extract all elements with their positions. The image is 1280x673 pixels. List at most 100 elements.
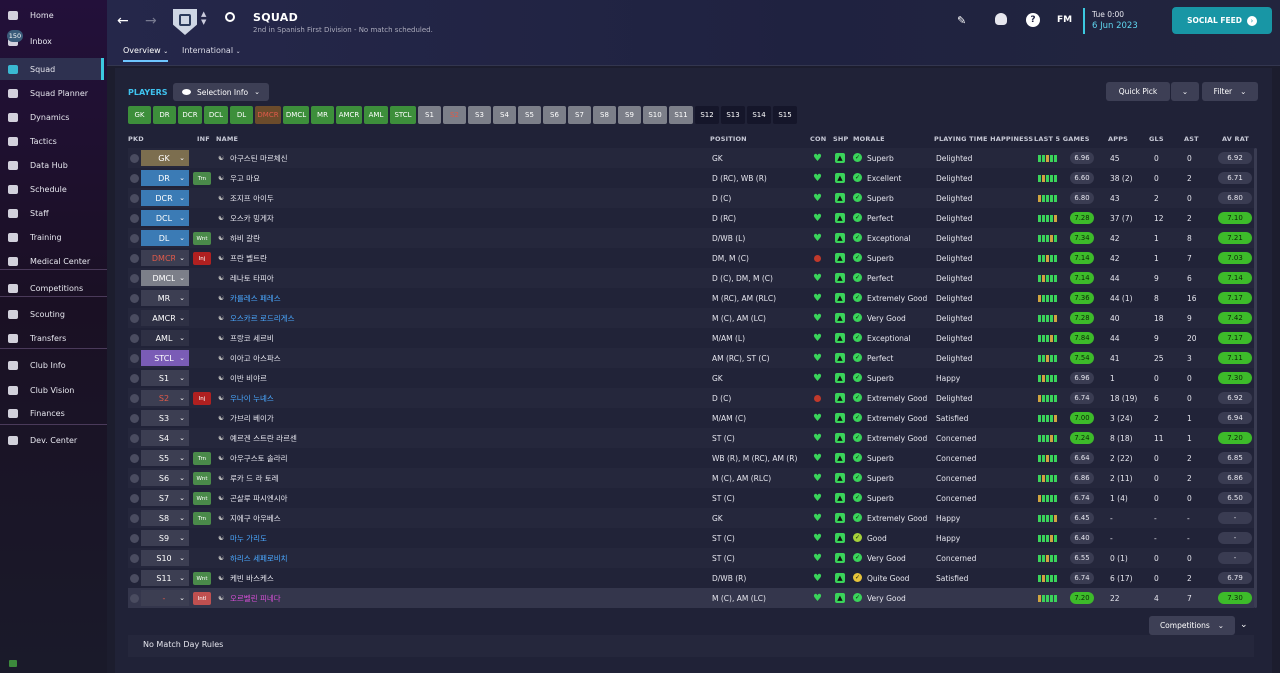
pen-icon[interactable]: ✎ xyxy=(957,14,966,27)
sidebar-item-scouting[interactable]: Scouting xyxy=(0,303,104,325)
table-row[interactable]: DL ⌄ Wnt ☯ 하비 갈란 D/WB (L) ♥ ▲ ✓ Exceptional Deligh… xyxy=(128,228,1254,248)
player-name[interactable]: 아구스틴 마르체신 xyxy=(230,148,288,168)
chevron-down-icon[interactable]: ⌄ xyxy=(175,230,189,246)
player-name[interactable]: 아우구스토 솔라리 xyxy=(230,448,288,468)
table-row[interactable]: - ⌄ Intl ☯ 오르벨린 피네다 M (C), AM (LC) ♥ ▲ ✓ Very Goo… xyxy=(128,588,1254,608)
pick-radio[interactable] xyxy=(130,534,139,543)
pick-radio[interactable] xyxy=(130,314,139,323)
col-con[interactable]: CON xyxy=(810,135,826,143)
sidebar-item-squad-planner[interactable]: Squad Planner xyxy=(0,82,104,104)
formation-slot-s12[interactable]: S12 xyxy=(695,106,719,124)
chevron-down-icon[interactable]: ⌄ xyxy=(175,470,189,486)
sidebar-item-schedule[interactable]: Schedule xyxy=(0,178,104,200)
competitions-dropdown[interactable]: Competitions ⌄ xyxy=(1149,616,1235,635)
player-name[interactable]: 레나토 타피아 xyxy=(230,268,274,288)
social-feed-button[interactable]: SOCIAL FEED › xyxy=(1172,7,1272,34)
col-last5[interactable]: LAST 5 GAMES xyxy=(1034,135,1090,143)
table-row[interactable]: S6 ⌄ Wnt ☯ 루카 드 라 토레 M (C), AM (RLC) ♥ ▲ ✓ Superb… xyxy=(128,468,1254,488)
club-switch-chevron-icon[interactable]: ▲ ▼ xyxy=(201,10,206,26)
formation-slot-stcl[interactable]: STCL xyxy=(390,106,416,124)
formation-slot-s2[interactable]: S2 xyxy=(443,106,466,124)
table-row[interactable]: S10 ⌄ ☯ 하리스 세페로비치 ST (C) ♥ ▲ ✓ Very Good Concerne… xyxy=(128,548,1254,568)
player-name[interactable]: 오스카 밍게자 xyxy=(230,208,274,228)
pick-radio[interactable] xyxy=(130,394,139,403)
sidebar-item-competitions[interactable]: Competitions xyxy=(0,277,104,299)
formation-slot-amcr[interactable]: AMCR xyxy=(336,106,362,124)
col-ast[interactable]: AST xyxy=(1184,135,1199,143)
player-name[interactable]: 프랑코 세르비 xyxy=(230,328,274,348)
formation-slot-dmcr[interactable]: DMCR xyxy=(255,106,281,124)
forward-arrow-icon[interactable]: → xyxy=(145,13,157,29)
collapse-chevron-icon[interactable]: ⌄ xyxy=(1240,620,1248,630)
player-name[interactable]: 하비 갈란 xyxy=(230,228,260,248)
scrollbar[interactable] xyxy=(1254,148,1257,608)
player-name[interactable]: 우나이 누녜스 xyxy=(230,388,274,408)
player-name[interactable]: 오스카르 로드리게스 xyxy=(230,308,294,328)
col-shp[interactable]: SHP xyxy=(833,135,849,143)
table-row[interactable]: S7 ⌄ Wnt ☯ 곤살루 파시엔시아 ST (C) ♥ ▲ ✓ Superb Concerned… xyxy=(128,488,1254,508)
formation-slot-s13[interactable]: S13 xyxy=(721,106,745,124)
chevron-down-icon[interactable]: ⌄ xyxy=(175,450,189,466)
col-playing-time[interactable]: PLAYING TIME HAPPINESS xyxy=(934,135,1033,143)
col-position[interactable]: POSITION xyxy=(710,135,747,143)
formation-slot-s15[interactable]: S15 xyxy=(773,106,797,124)
player-name[interactable]: 가브리 베이가 xyxy=(230,408,274,428)
player-name[interactable]: 하리스 세페로비치 xyxy=(230,548,288,568)
quick-pick-button[interactable]: Quick Pick xyxy=(1106,82,1170,101)
table-row[interactable]: S5 ⌄ Trn ☯ 아우구스토 솔라리 WB (R), M (RC), AM (R) ♥ ▲… xyxy=(128,448,1254,468)
table-row[interactable]: S11 ⌄ Wnt ☯ 케빈 바스케스 D/WB (R) ♥ ▲ ✓ Quite Good Sati… xyxy=(128,568,1254,588)
formation-slot-s9[interactable]: S9 xyxy=(618,106,641,124)
col-morale[interactable]: MORALE xyxy=(853,135,885,143)
chevron-down-icon[interactable]: ⌄ xyxy=(175,250,189,266)
table-row[interactable]: S4 ⌄ ☯ 예르겐 스트란 라르센 ST (C) ♥ ▲ ✓ Extremely Good Co… xyxy=(128,428,1254,448)
player-name[interactable]: 루카 드 라 토레 xyxy=(230,468,279,488)
formation-slot-gk[interactable]: GK xyxy=(128,106,151,124)
pick-radio[interactable] xyxy=(130,354,139,363)
player-name[interactable]: 프란 벨트란 xyxy=(230,248,267,268)
formation-slot-s1[interactable]: S1 xyxy=(418,106,441,124)
table-row[interactable]: S3 ⌄ ☯ 가브리 베이가 M/AM (C) ♥ ▲ ✓ Extremely Good Sati… xyxy=(128,408,1254,428)
skull-icon[interactable] xyxy=(995,13,1007,25)
col-name[interactable]: NAME xyxy=(216,135,238,143)
filter-dropdown[interactable]: Filter ⌄ xyxy=(1202,82,1258,101)
pick-radio[interactable] xyxy=(130,194,139,203)
formation-slot-s8[interactable]: S8 xyxy=(593,106,616,124)
chevron-down-icon[interactable]: ⌄ xyxy=(175,490,189,506)
sidebar-item-training[interactable]: Training xyxy=(0,226,104,248)
formation-slot-s3[interactable]: S3 xyxy=(468,106,491,124)
sidebar-item-home[interactable]: Home xyxy=(0,4,104,26)
player-name[interactable]: 마누 가리도 xyxy=(230,528,267,548)
chevron-down-icon[interactable]: ⌄ xyxy=(175,410,189,426)
player-name[interactable]: 이반 비야르 xyxy=(230,368,267,388)
player-name[interactable]: 곤살루 파시엔시아 xyxy=(230,488,288,508)
pick-radio[interactable] xyxy=(130,294,139,303)
table-row[interactable]: DMCR ⌄ Inj ☯ 프란 벨트란 DM, M (C) ▲ ✓ Superb Delighte… xyxy=(128,248,1254,268)
pick-radio[interactable] xyxy=(130,254,139,263)
player-name[interactable]: 카를레스 페레스 xyxy=(230,288,281,308)
table-row[interactable]: S8 ⌄ Trn ☯ 지에구 아우베스 GK ♥ ▲ ✓ Extremely Good Happy 6… xyxy=(128,508,1254,528)
chevron-down-icon[interactable]: ⌄ xyxy=(175,530,189,546)
formation-slot-aml[interactable]: AML xyxy=(364,106,388,124)
chevron-down-icon[interactable]: ⌄ xyxy=(175,330,189,346)
chevron-down-icon[interactable]: ⌄ xyxy=(175,370,189,386)
pick-radio[interactable] xyxy=(130,334,139,343)
formation-slot-s5[interactable]: S5 xyxy=(518,106,541,124)
player-name[interactable]: 예르겐 스트란 라르센 xyxy=(230,428,297,448)
player-name[interactable]: 조지프 아이두 xyxy=(230,188,274,208)
chevron-down-icon[interactable]: ⌄ xyxy=(175,570,189,586)
table-row[interactable]: STCL ⌄ ☯ 이아고 아스파스 AM (RC), ST (C) ♥ ▲ ✓ Perfect D… xyxy=(128,348,1254,368)
chevron-down-icon[interactable]: ⌄ xyxy=(175,290,189,306)
formation-slot-s7[interactable]: S7 xyxy=(568,106,591,124)
sidebar-item-staff[interactable]: Staff xyxy=(0,202,104,224)
pick-radio[interactable] xyxy=(130,554,139,563)
back-arrow-icon[interactable]: ← xyxy=(117,13,129,29)
table-row[interactable]: S9 ⌄ ☯ 마누 가리도 ST (C) ♥ ▲ ✓ Good Happy 6.40- - - - xyxy=(128,528,1254,548)
tab-overview[interactable]: Overview ⌄ xyxy=(123,46,169,62)
chevron-down-icon[interactable]: ⌄ xyxy=(175,350,189,366)
formation-slot-dr[interactable]: DR xyxy=(153,106,176,124)
player-name[interactable]: 우고 마요 xyxy=(230,168,260,188)
selection-info-dropdown[interactable]: Selection Info ⌄ xyxy=(173,83,269,101)
chevron-down-icon[interactable]: ⌄ xyxy=(175,270,189,286)
sidebar-item-dev-center[interactable]: Dev. Center xyxy=(0,429,104,451)
formation-slot-s4[interactable]: S4 xyxy=(493,106,516,124)
